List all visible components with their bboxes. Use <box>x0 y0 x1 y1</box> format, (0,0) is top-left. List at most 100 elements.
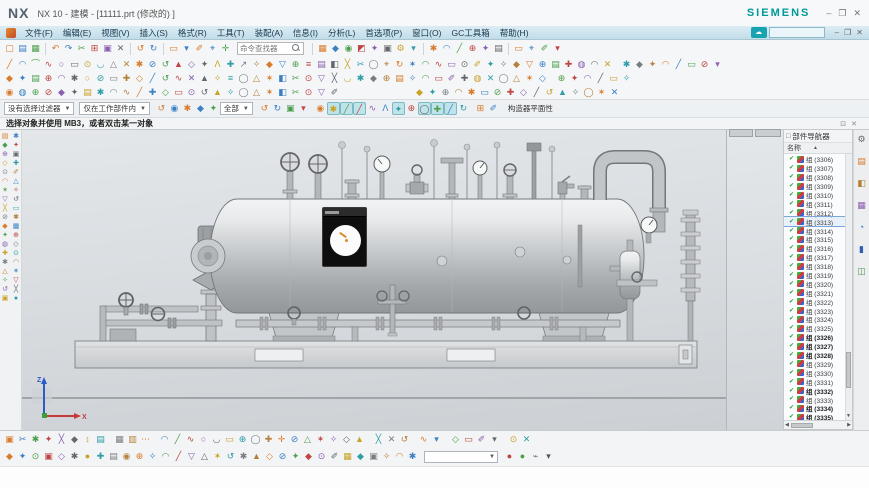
checkbox-icon[interactable]: ✔ <box>789 404 796 412</box>
toolbar-icon[interactable]: △ <box>301 433 314 446</box>
model-rear-instruments[interactable] <box>339 140 556 200</box>
collapsed-panel-tab[interactable] <box>755 129 781 137</box>
toolbar-icon[interactable]: ▭ <box>167 42 180 55</box>
toolbar-icon[interactable]: ✚ <box>262 433 275 446</box>
checkbox-icon[interactable]: ✔ <box>789 289 796 297</box>
toolbar-icon[interactable]: ⋯ <box>139 433 152 446</box>
menu-item-9[interactable]: 分析(L) <box>323 27 360 39</box>
toolbar-icon[interactable]: ◧ <box>856 177 868 189</box>
toolbar-icon[interactable]: ↺ <box>0 285 10 294</box>
toolbar-icon[interactable]: ◯ <box>497 72 510 85</box>
toolbar-icon[interactable]: ✐ <box>471 58 484 71</box>
toolbar-icon[interactable]: ○ <box>197 433 210 446</box>
toolbar-icon[interactable]: ✕ <box>120 58 133 71</box>
selection-filter-combo[interactable]: 没有选择过滤器 ▼ <box>4 102 74 115</box>
app-icon[interactable] <box>6 28 16 38</box>
menu-item-5[interactable]: 格式(R) <box>173 27 212 39</box>
toolbar-icon[interactable]: ⊘ <box>491 86 504 99</box>
toolbar-icon[interactable]: ↻ <box>393 58 406 71</box>
toolbar-icon[interactable]: ◇ <box>11 240 21 249</box>
toolbar-icon[interactable]: ✦ <box>368 42 381 55</box>
toolbar-icon[interactable]: ✱ <box>181 102 194 115</box>
toolbar-icon[interactable]: ╳ <box>328 72 341 85</box>
toolbar-icon[interactable]: ╱ <box>530 86 543 99</box>
scroll-down-icon[interactable]: ▼ <box>845 412 852 420</box>
toolbar-icon[interactable]: ◠ <box>11 258 21 267</box>
toolbar-icon[interactable]: ∿ <box>184 433 197 446</box>
toolbar-icon[interactable]: ✚ <box>94 450 107 463</box>
toolbar-icon[interactable]: ◠ <box>452 86 465 99</box>
toolbar-icon[interactable]: ╱ <box>146 72 159 85</box>
toolbar-icon[interactable]: ▦ <box>113 433 126 446</box>
toolbar-icon[interactable]: ▭ <box>478 86 491 99</box>
navigator-column-header[interactable]: 名称 ▲ <box>784 143 852 154</box>
toolbar-icon[interactable]: ▭ <box>607 72 620 85</box>
toolbar-icon[interactable]: ✦ <box>68 86 81 99</box>
toolbar-icon[interactable]: ✐ <box>487 102 500 115</box>
toolbar-icon[interactable]: ✱ <box>406 450 419 463</box>
toolbar-icon[interactable]: ◆ <box>0 222 10 231</box>
toolbar-icon[interactable]: ▮ <box>856 243 868 255</box>
toolbar-icon[interactable]: ▣ <box>381 42 394 55</box>
toolbar-icon[interactable]: ✶ <box>406 58 419 71</box>
toolbar-icon[interactable]: ✕ <box>185 72 198 85</box>
toolbar-icon[interactable]: ⊕ <box>29 86 42 99</box>
toolbar-icon[interactable]: ╱ <box>172 450 185 463</box>
toolbar-icon[interactable]: ✱ <box>237 450 250 463</box>
toolbar-icon[interactable]: ◧ <box>328 58 341 71</box>
toolbar-icon[interactable]: ◠ <box>16 58 29 71</box>
toolbar-icon[interactable]: ⊕ <box>439 86 452 99</box>
toolbar-icon[interactable]: ⊕ <box>0 150 10 159</box>
snap-point-icon[interactable]: Λ <box>379 102 392 115</box>
toolbar-icon[interactable]: ✂ <box>75 42 88 55</box>
toolbar-icon[interactable]: ◆ <box>367 72 380 85</box>
toolbar-icon[interactable]: ◇ <box>133 72 146 85</box>
toolbar-icon[interactable]: ⊕ <box>236 433 249 446</box>
snap-point-icon[interactable]: ✱ <box>327 102 340 115</box>
toolbar-icon[interactable]: ◆ <box>194 102 207 115</box>
toolbar-icon[interactable]: ⊘ <box>146 58 159 71</box>
toolbar-icon[interactable]: ✦ <box>0 231 10 240</box>
toolbar-icon[interactable]: ◠ <box>581 72 594 85</box>
toolbar-icon[interactable]: ▭ <box>11 204 21 213</box>
checkbox-icon[interactable]: ✔ <box>789 413 796 420</box>
close-button[interactable]: ✕ <box>853 8 861 19</box>
toolbar-icon[interactable]: △ <box>510 72 523 85</box>
toolbar-icon[interactable]: ◉ <box>120 450 133 463</box>
checkbox-icon[interactable]: ✔ <box>789 173 796 181</box>
toolbar-icon[interactable]: ⊘ <box>698 58 711 71</box>
search-icon[interactable] <box>292 44 301 53</box>
menu-item-1[interactable]: 文件(F) <box>20 27 58 39</box>
toolbar-icon[interactable]: ✱ <box>354 72 367 85</box>
toolbar-icon[interactable]: ◆ <box>263 58 276 71</box>
toolbar-icon[interactable]: ⊕ <box>42 72 55 85</box>
toolbar-icon[interactable]: ▤ <box>107 450 120 463</box>
checkbox-icon[interactable]: ✔ <box>789 271 796 279</box>
checkbox-icon[interactable]: ✔ <box>789 164 796 172</box>
toolbar-icon[interactable]: ◇ <box>0 159 10 168</box>
model-pipe-rack[interactable] <box>100 293 222 341</box>
toolbar-icon[interactable]: ✶ <box>263 72 276 85</box>
toolbar-icon[interactable]: ✦ <box>484 58 497 71</box>
toolbar-icon[interactable]: ✂ <box>289 72 302 85</box>
checkbox-icon[interactable]: ✔ <box>789 191 796 199</box>
checkbox-icon[interactable]: ✔ <box>789 227 796 235</box>
toolbar-icon[interactable]: ◡ <box>210 433 223 446</box>
toolbar-icon[interactable]: ◆ <box>354 450 367 463</box>
toolbar-icon[interactable]: ▭ <box>445 58 458 71</box>
toolbar-icon[interactable]: ✧ <box>569 86 582 99</box>
toolbar-icon[interactable]: ⊞ <box>474 102 487 115</box>
toolbar-icon[interactable]: ✧ <box>250 58 263 71</box>
toolbar-icon[interactable]: ✦ <box>646 58 659 71</box>
toolbar-icon[interactable]: △ <box>107 58 120 71</box>
toolbar-icon[interactable]: ◧ <box>276 72 289 85</box>
graphics-viewport[interactable]: Z X <box>22 130 727 430</box>
toolbar-icon[interactable]: ✧ <box>406 72 419 85</box>
toolbar-icon[interactable]: ✦ <box>16 72 29 85</box>
toolbar-icon[interactable]: ✦ <box>289 450 302 463</box>
toolbar-icon[interactable]: ▾ <box>488 433 501 446</box>
toolbar-icon[interactable]: ✚ <box>146 86 159 99</box>
toolbar-icon[interactable]: ⊕ <box>555 72 568 85</box>
toolbar-icon[interactable]: ✚ <box>504 86 517 99</box>
model-3d-view[interactable]: Z X <box>22 130 727 430</box>
